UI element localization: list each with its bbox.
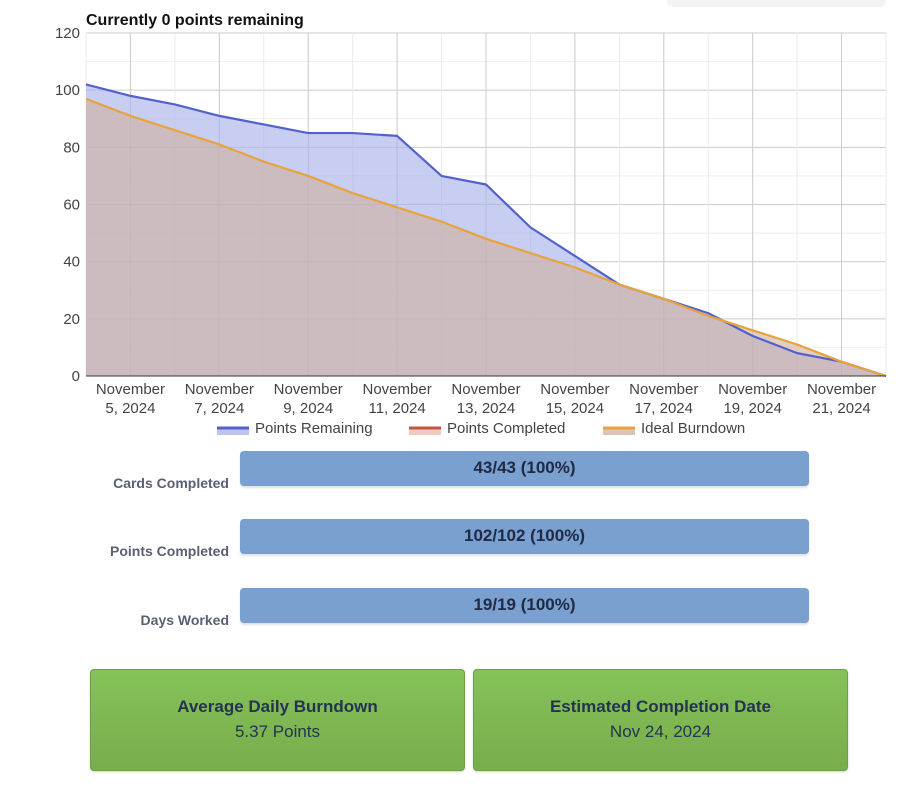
x-tick-label: November — [807, 381, 876, 398]
x-tick-label: November — [540, 381, 609, 398]
x-tick-label: November — [363, 381, 432, 398]
y-tick-label: 0 — [72, 368, 80, 385]
progress-text-days: 19/19 (100%) — [473, 595, 576, 614]
progress-text-cards: 43/43 (100%) — [473, 458, 576, 477]
progress-bar-cards: 43/43 (100%) — [240, 451, 809, 486]
estimated-completion-card: Estimated Completion Date Nov 24, 2024 — [473, 669, 848, 771]
y-tick-label: 80 — [63, 139, 80, 156]
chart-title: Currently 0 points remaining — [86, 12, 304, 29]
progress-label-days: Days Worked — [140, 612, 229, 628]
x-tick-label: 15, 2024 — [546, 400, 604, 417]
legend-label: Points Remaining — [255, 420, 373, 437]
x-tick-label: 7, 2024 — [194, 400, 244, 417]
progress-row-cards: Cards Completed 43/43 (100%) — [0, 451, 913, 491]
y-tick-label: 100 — [55, 82, 80, 99]
progress-bar-days: 19/19 (100%) — [240, 588, 809, 623]
average-daily-burndown-title: Average Daily Burndown — [177, 697, 378, 716]
x-tick-label: November — [96, 381, 165, 398]
legend-label: Ideal Burndown — [641, 420, 745, 437]
burndown-chart: 0 20 40 60 80 100 120 November 5, 2024 November 7,… — [55, 12, 887, 437]
estimated-completion-title: Estimated Completion Date — [549, 697, 772, 716]
progress-row-days: Days Worked 19/19 (100%) — [0, 588, 913, 628]
progress-label-points: Points Completed — [109, 543, 229, 559]
x-tick-label: 21, 2024 — [812, 400, 870, 417]
x-tick-label: 5, 2024 — [105, 400, 155, 417]
progress-row-points: Points Completed 102/102 (100%) — [0, 519, 913, 559]
x-tick-label: November — [718, 381, 787, 398]
x-tick-label: 17, 2024 — [635, 400, 693, 417]
y-tick-label: 40 — [63, 254, 80, 271]
x-tick-label: 19, 2024 — [723, 400, 781, 417]
y-tick-label: 20 — [63, 311, 80, 328]
average-daily-burndown-card: Average Daily Burndown 5.37 Points — [90, 669, 465, 771]
x-tick-label: November — [274, 381, 343, 398]
progress-text-points: 102/102 (100%) — [464, 526, 585, 545]
average-daily-burndown-value: 5.37 Points — [234, 722, 321, 741]
progress-label-cards: Cards Completed — [113, 475, 229, 491]
progress-bar-points: 102/102 (100%) — [240, 519, 809, 554]
x-tick-label: 9, 2024 — [283, 400, 333, 417]
x-tick-label: 11, 2024 — [368, 400, 425, 417]
y-tick-label: 120 — [55, 25, 80, 42]
y-tick-label: 60 — [63, 197, 80, 214]
x-tick-label: November — [451, 381, 520, 398]
estimated-completion-value: Nov 24, 2024 — [609, 722, 712, 741]
legend-label: Points Completed — [447, 420, 565, 437]
x-tick-label: 13, 2024 — [457, 400, 515, 417]
x-tick-label: November — [185, 381, 254, 398]
x-tick-label: November — [629, 381, 698, 398]
